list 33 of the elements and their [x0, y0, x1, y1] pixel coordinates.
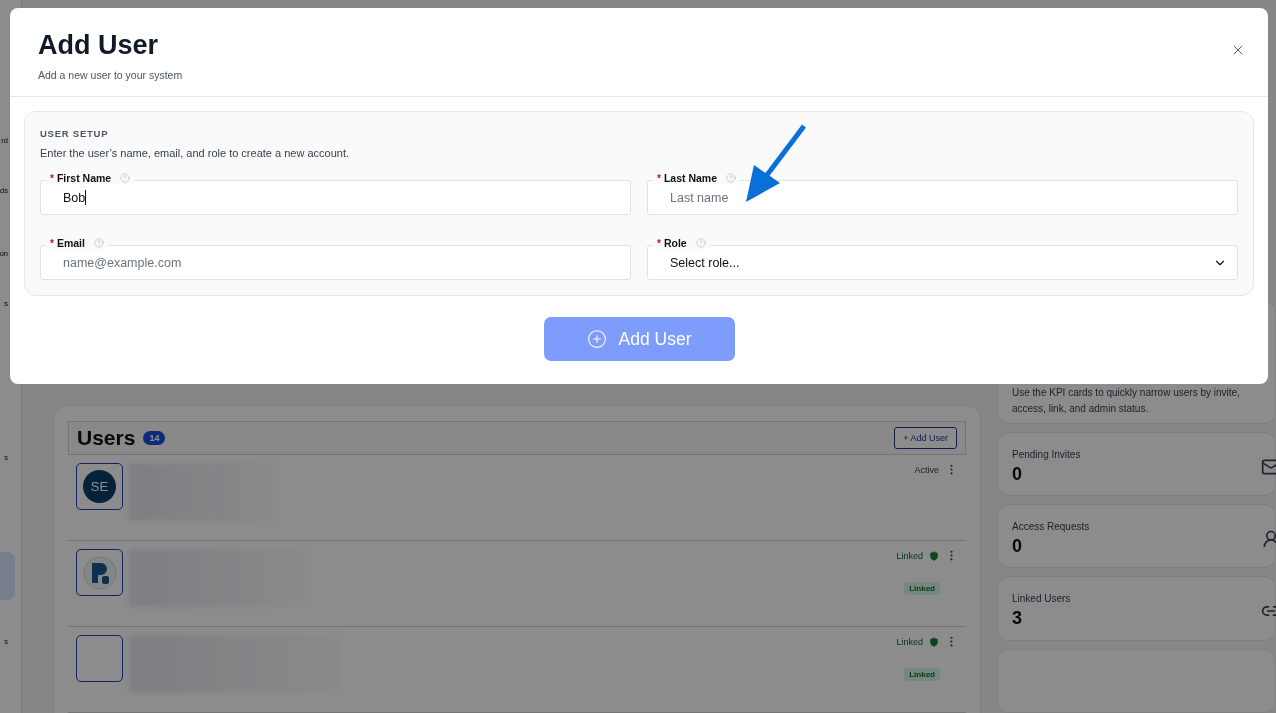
- status-text: Linked: [896, 636, 923, 647]
- linked-tag: Linked: [904, 668, 940, 681]
- kpi-label: Access Requests: [1012, 521, 1090, 533]
- kpi-card[interactable]: Linked Users 3: [997, 576, 1276, 641]
- info-text: Use the KPI cards to quickly narrow users by invite, access, link, and admin status.: [1012, 386, 1241, 416]
- shield-icon: [929, 550, 939, 561]
- kpi-card[interactable]: Access Requests 0: [997, 504, 1276, 569]
- section-heading: USER SETUP: [40, 128, 110, 139]
- kpi-label: Pending Invites: [1012, 448, 1081, 460]
- kpi-card[interactable]: Pending Invites 0: [997, 431, 1276, 497]
- add-user-button[interactable]: + Add User: [894, 427, 957, 449]
- count-badge: 14: [143, 431, 166, 445]
- help-icon[interactable]: [726, 173, 736, 183]
- user-icon: [1261, 529, 1276, 550]
- linked-tag: Linked: [904, 582, 940, 595]
- kpi-label: Linked Users: [1012, 593, 1071, 605]
- dialog-subtitle: Add a new user to your system: [38, 69, 184, 81]
- status-text: Linked: [896, 550, 923, 561]
- plus-circle-icon: [586, 329, 607, 349]
- avatar: [76, 635, 123, 682]
- kpi-value: 3: [1012, 608, 1022, 630]
- dialog-title: Add User: [38, 30, 159, 61]
- section-description: Enter the user’s name, email, and role to create a new account.: [40, 147, 350, 159]
- users-title: Users: [77, 426, 136, 450]
- status-text: Active: [914, 464, 939, 475]
- shield-icon: [929, 636, 939, 647]
- kpi-value: 0: [1012, 536, 1022, 558]
- help-icon[interactable]: [93, 238, 104, 248]
- avatar-initials: SE: [83, 470, 116, 503]
- kpi-value: 0: [1012, 463, 1022, 485]
- logo-icon: [82, 555, 117, 590]
- help-icon[interactable]: [120, 173, 131, 183]
- help-icon[interactable]: [695, 238, 706, 248]
